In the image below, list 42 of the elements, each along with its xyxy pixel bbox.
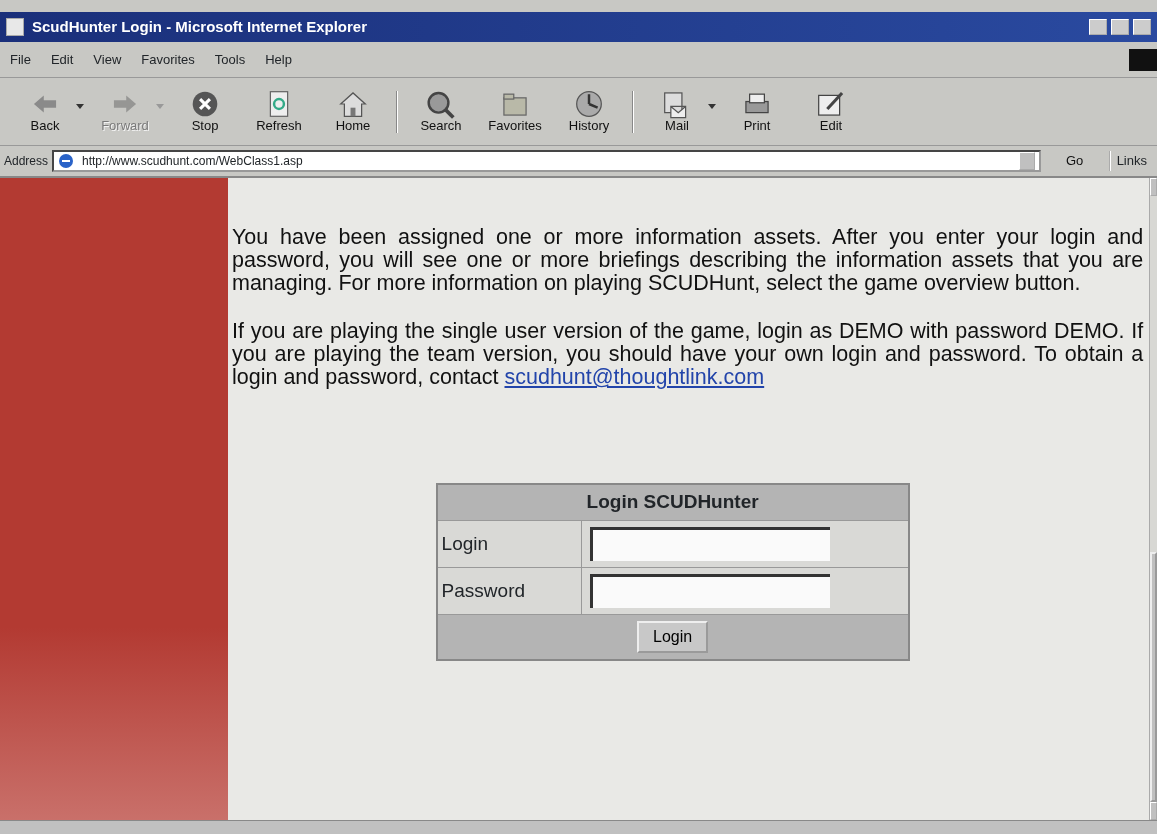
toolbar-button[interactable]: Print — [720, 87, 794, 136]
dropdown-button[interactable] — [1018, 152, 1035, 170]
toolbar-button[interactable]: Search — [404, 87, 478, 136]
toolbar-button[interactable]: Stop — [168, 87, 242, 136]
clock-icon — [573, 89, 605, 120]
maximize-button[interactable] — [1111, 19, 1129, 35]
scroll-up-button[interactable] — [1150, 178, 1157, 196]
field-label: Login — [441, 532, 489, 554]
email-link[interactable]: scudhunt@thoughtlink.com — [504, 365, 765, 390]
menu-item[interactable]: Edit — [40, 49, 84, 70]
dropdown-caret-icon[interactable] — [708, 104, 716, 109]
home-icon — [337, 89, 369, 120]
field-label: Password — [441, 579, 526, 601]
toolbar-button[interactable]: Edit — [794, 87, 868, 136]
toolbar-button[interactable]: Home — [316, 87, 390, 136]
toolbar-button[interactable]: History — [552, 87, 626, 136]
address-field[interactable]: http://www.scudhunt.com/WebClass1.asp — [52, 150, 1041, 172]
dropdown-caret-icon[interactable] — [76, 104, 84, 109]
input-field[interactable] — [590, 526, 831, 561]
search-icon — [425, 89, 457, 120]
input-field[interactable] — [590, 573, 831, 608]
scroll-down-button[interactable] — [1150, 802, 1157, 820]
toolbar-button[interactable]: Mail — [640, 87, 714, 136]
login-button[interactable]: Login — [637, 620, 709, 653]
menu-item[interactable]: Favorites — [131, 49, 205, 70]
toolbar-button[interactable]: Refresh — [242, 87, 316, 136]
menu-item[interactable]: Tools — [204, 49, 256, 70]
menu-item[interactable]: Help — [255, 49, 302, 70]
links-button[interactable]: Links — [1108, 151, 1153, 171]
toolbar-button[interactable]: Favorites — [478, 87, 552, 136]
login-info-paragraph: If you are playing the single user version of the game, login as DEMO with password DEMO. If you are playing the team version, you should have your own login and password. To obtain a login and password, contact scudhunt@thoughtlink.com — [232, 319, 1144, 390]
minimize-button[interactable] — [1089, 19, 1107, 35]
instructions-paragraph: You have been assigned one or more information assets. After you enter your login and password, you will see one or more briefings describing the information assets that you are managing. For more information on playing SCUDHunt, select the game overview button. — [232, 226, 1144, 296]
address-label: Address — [4, 153, 49, 170]
throbber-icon — [1129, 48, 1157, 71]
menu-item[interactable]: File — [0, 49, 41, 70]
window-title: ScudHunter Login - Microsoft Internet Explorer — [32, 16, 368, 37]
form-title: Login SCUDHunter — [586, 491, 759, 513]
toolbar-button[interactable]: Back — [8, 87, 82, 136]
close-button[interactable] — [1133, 19, 1151, 35]
go-button[interactable]: Go — [1044, 151, 1105, 171]
menu-item[interactable]: View — [83, 49, 132, 70]
